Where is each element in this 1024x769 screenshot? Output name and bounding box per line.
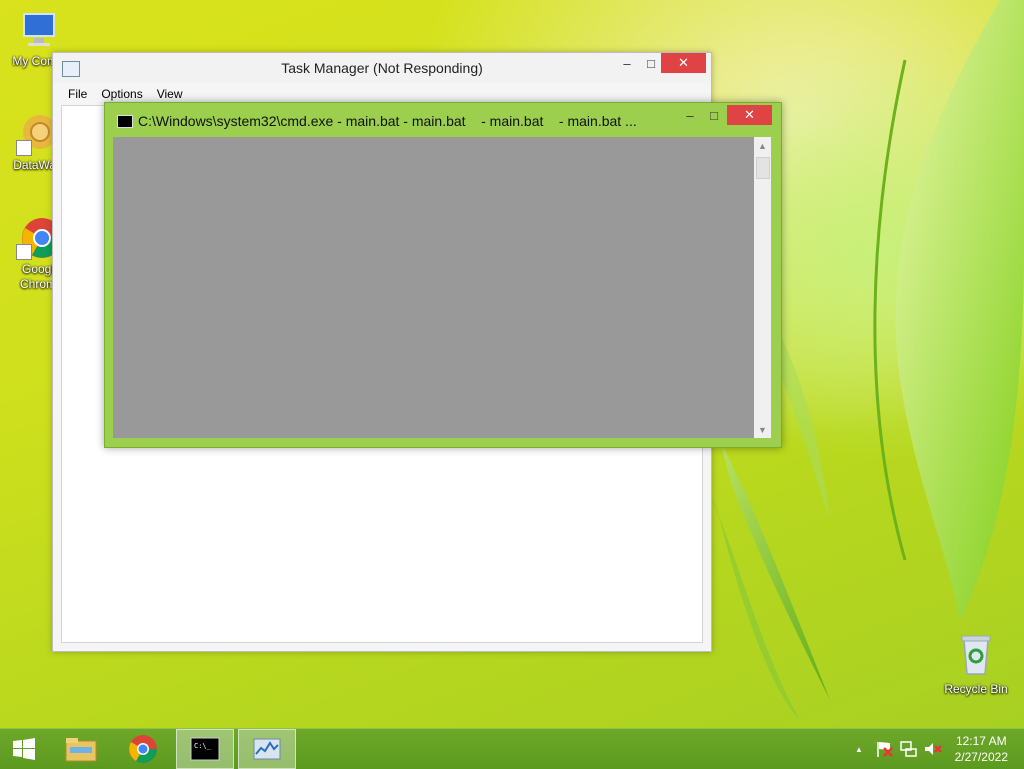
maximize-icon: □ [647, 55, 655, 71]
cmd-maximize-button[interactable]: □ [703, 103, 725, 127]
svg-text:C:\_: C:\_ [194, 742, 212, 750]
cmd-title: C:\Windows\system32\cmd.exe - main.bat -… [138, 113, 637, 129]
cmd-titlebar[interactable]: C:\Windows\system32\cmd.exe - main.bat -… [105, 103, 781, 137]
network-icon[interactable] [898, 739, 920, 759]
system-tray: ▲ [850, 729, 944, 769]
menu-file[interactable]: File [61, 87, 94, 101]
close-icon: ✕ [744, 107, 755, 122]
cmd-console-area[interactable] [113, 137, 754, 438]
cmd-close-button[interactable]: ✕ [727, 105, 772, 125]
taskbar-clock[interactable]: 12:17 AM 2/27/2022 [955, 733, 1008, 765]
task-manager-titlebar[interactable]: Task Manager (Not Responding) – □ ✕ [53, 53, 711, 83]
windows-logo-icon [13, 738, 35, 760]
action-center-flag-icon[interactable] [874, 739, 896, 759]
cmd-icon [117, 115, 133, 128]
close-icon: ✕ [678, 55, 689, 70]
recycle-bin-icon [954, 630, 998, 678]
cmd-window[interactable]: C:\Windows\system32\cmd.exe - main.bat -… [104, 102, 782, 448]
start-button[interactable] [0, 729, 48, 769]
maximize-button[interactable]: □ [641, 53, 661, 73]
taskbar-chrome[interactable] [114, 729, 172, 769]
shortcut-arrow-icon [16, 244, 32, 260]
close-button[interactable]: ✕ [661, 53, 706, 73]
taskbar-task-manager[interactable] [238, 729, 296, 769]
task-manager-icon [253, 738, 281, 760]
scroll-thumb[interactable] [756, 157, 770, 179]
taskbar-file-explorer[interactable] [52, 729, 110, 769]
taskbar-cmd[interactable]: C:\_ [176, 729, 234, 769]
chrome-icon [129, 735, 157, 763]
minimize-icon: – [623, 55, 631, 71]
cmd-scrollbar[interactable]: ▲ ▼ [754, 137, 771, 438]
maximize-icon: □ [710, 107, 718, 123]
menu-view[interactable]: View [150, 87, 190, 101]
minimize-button[interactable]: – [613, 53, 641, 73]
volume-muted-icon[interactable] [922, 739, 944, 759]
cmd-icon: C:\_ [190, 737, 220, 761]
clock-date: 2/27/2022 [954, 750, 1008, 764]
show-hidden-icons-button[interactable]: ▲ [850, 745, 868, 754]
menu-options[interactable]: Options [94, 87, 149, 101]
clock-time: 12:17 AM [955, 734, 1007, 748]
recycle-bin-label: Recycle Bin [944, 682, 1008, 696]
minimize-icon: – [686, 107, 694, 123]
taskbar: C:\_ ▲ 12:17 AM 2/27/2022 [0, 728, 1024, 769]
desktop-icon-recycle-bin[interactable]: Recycle Bin [938, 630, 1014, 696]
cmd-minimize-button[interactable]: – [677, 103, 703, 127]
shortcut-arrow-icon [16, 140, 32, 156]
scroll-down-icon[interactable]: ▼ [754, 421, 771, 438]
scroll-up-icon[interactable]: ▲ [754, 137, 771, 154]
computer-icon [16, 8, 60, 52]
folder-icon [65, 738, 97, 762]
